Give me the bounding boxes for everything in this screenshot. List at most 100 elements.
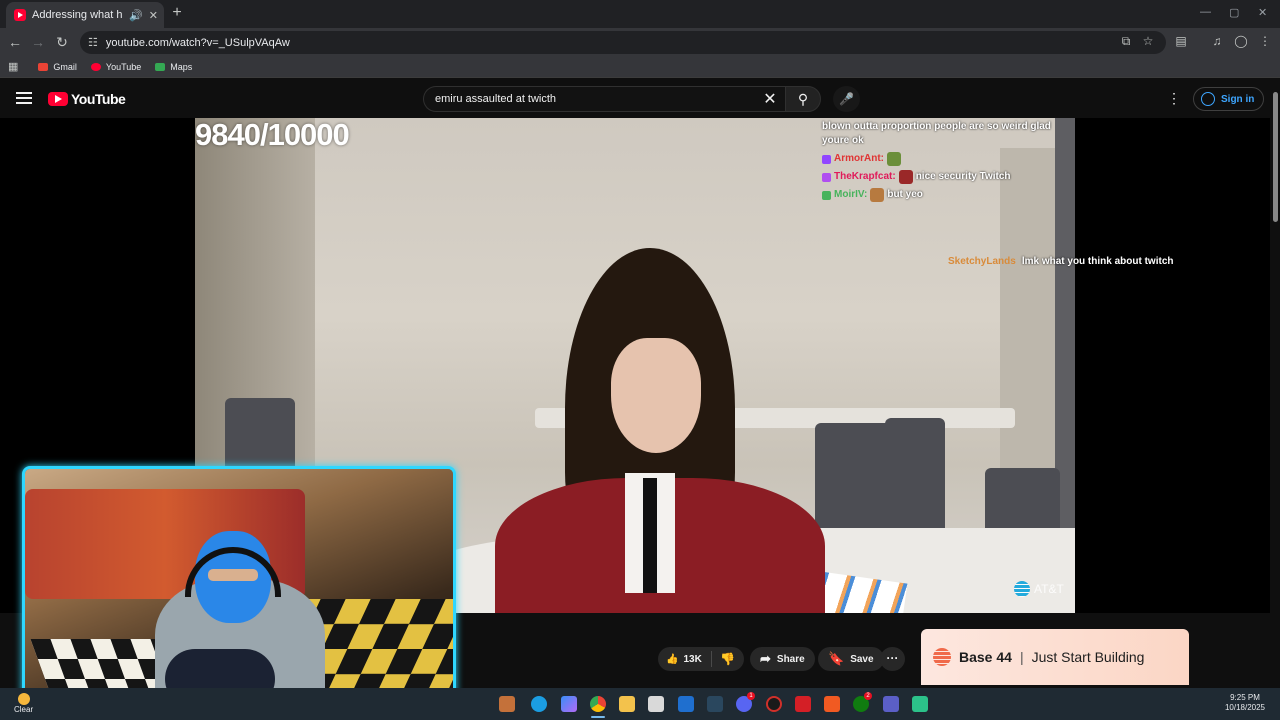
back-icon[interactable]: ← <box>6 33 24 51</box>
minimize-icon[interactable]: — <box>1200 6 1211 18</box>
clear-search-icon[interactable]: ✕ <box>755 89 785 109</box>
install-app-icon[interactable]: ⧉ <box>1118 34 1134 49</box>
media-control-icon[interactable]: ♫ <box>1209 34 1225 48</box>
active-app-indicator <box>591 716 605 718</box>
youtube-logo[interactable]: YouTube <box>48 91 126 107</box>
bookmarks-bar: ▦ Gmail YouTube Maps <box>0 56 1280 78</box>
obs-icon[interactable] <box>766 696 782 712</box>
sign-in-button[interactable]: Sign in <box>1193 87 1265 111</box>
outlook-icon[interactable] <box>678 696 694 712</box>
ad-slogan: Just Start Building <box>1031 649 1145 665</box>
browser-toolbar: ← → ↻ ☷ youtube.com/watch?v=_USulpVAqAw … <box>0 28 1280 56</box>
share-button[interactable]: ➦ Share <box>750 647 815 671</box>
side-chat-message: SketchyLands lmk what you think about tw… <box>948 256 1173 267</box>
chat-text: nice security Twitch <box>915 171 1011 182</box>
file-explorer-icon[interactable] <box>619 696 635 712</box>
save-button[interactable]: 🔖 Save <box>818 647 884 671</box>
search-button[interactable]: ⚲ <box>785 86 821 112</box>
forward-icon[interactable]: → <box>29 33 47 51</box>
gmail-icon <box>38 62 49 71</box>
sub-badge-icon <box>822 190 831 200</box>
chat-username: ArmorAnt: <box>834 153 884 164</box>
chat-app-icon[interactable] <box>912 696 928 712</box>
reload-icon[interactable]: ↻ <box>53 33 71 51</box>
brave-icon[interactable] <box>824 696 840 712</box>
bookmark-label: Gmail <box>53 61 77 72</box>
browser-tab[interactable]: Addressing what happened 🔊 ✕ <box>6 2 164 28</box>
chat-username: MoirIV: <box>834 189 868 200</box>
chat-message: blown outta proportion people are so wei… <box>822 121 1051 146</box>
watermark-text: AT&T <box>1034 582 1064 596</box>
adobe-icon[interactable] <box>795 696 811 712</box>
system-clock[interactable]: 9:25 PM 10/18/2025 <box>1220 693 1270 713</box>
youtube-icon <box>90 62 101 71</box>
menu-icon[interactable] <box>16 92 32 104</box>
maps-icon <box>155 62 166 71</box>
steam-icon[interactable] <box>707 696 723 712</box>
search-input[interactable]: emiru assaulted at twicth ✕ <box>423 86 785 112</box>
address-bar[interactable]: ☷ youtube.com/watch?v=_USulpVAqAw <box>80 31 1166 54</box>
ad-brand: Base 44 <box>959 649 1012 665</box>
emote-icon <box>870 188 885 202</box>
clock-date: 10/18/2025 <box>1224 703 1266 712</box>
more-actions-button[interactable]: ··· <box>880 647 905 671</box>
settings-menu-icon[interactable]: ⋮ <box>1166 90 1182 107</box>
sign-in-label: Sign in <box>1221 93 1255 105</box>
new-tab-button[interactable]: + <box>168 4 186 22</box>
copilot-icon[interactable] <box>561 696 577 712</box>
sub-badge-icon <box>822 154 831 164</box>
thumbs-down-icon: 👎 <box>720 652 736 666</box>
search-icon: ⚲ <box>797 91 809 107</box>
site-info-icon[interactable]: ☷ <box>88 36 98 49</box>
youtube-logo-text: YouTube <box>71 91 126 107</box>
search-query[interactable]: emiru assaulted at twicth <box>435 93 755 105</box>
chrome-menu-icon[interactable]: ⋮ <box>1257 34 1273 48</box>
ad-separator: | <box>1019 649 1024 665</box>
close-window-icon[interactable]: ✕ <box>1258 6 1267 19</box>
dislike-button[interactable]: 👎 <box>712 652 744 666</box>
chat-line: MoirIV: but yeo <box>822 188 1072 202</box>
apps-grid-icon[interactable]: ▦ <box>8 60 18 73</box>
profile-icon[interactable]: ◯ <box>1233 34 1249 48</box>
url-text[interactable]: youtube.com/watch?v=_USulpVAqAw <box>106 37 290 49</box>
edge-icon[interactable] <box>531 696 547 712</box>
like-button[interactable]: 👍 13K <box>658 651 712 667</box>
scrollbar-thumb[interactable] <box>1273 92 1278 222</box>
bookmark-label: Maps <box>170 61 193 72</box>
account-icon <box>1201 92 1215 106</box>
windows-taskbar <box>0 688 1280 720</box>
clock-time: 9:25 PM <box>1230 693 1260 702</box>
voice-search-icon[interactable]: 🎤 <box>833 86 860 112</box>
bookmark-maps[interactable]: Maps <box>155 62 192 72</box>
weather-sun-icon <box>17 693 30 705</box>
bookmark-star-icon[interactable]: ☆ <box>1140 34 1156 48</box>
chat-text: but yeo <box>887 189 923 200</box>
speaker-icon[interactable]: 🔊 <box>129 9 143 22</box>
more-icon: ··· <box>886 651 899 665</box>
chrome-icon[interactable] <box>590 696 606 712</box>
page-scrollbar[interactable] <box>1270 80 1280 688</box>
youtube-favicon-icon <box>14 9 26 21</box>
bookmark-icon: 🔖 <box>828 651 845 666</box>
side-panel-icon[interactable]: ▤ <box>1173 34 1189 48</box>
bookmark-label: YouTube <box>105 61 142 72</box>
ad-banner[interactable]: Base 44 | Just Start Building <box>921 629 1189 685</box>
sub-badge-icon <box>822 172 831 182</box>
bookmark-youtube[interactable]: YouTube <box>90 61 142 72</box>
xbox-notification-badge: 2 <box>864 692 872 700</box>
chat-username: SketchyLands <box>948 256 1016 267</box>
emote-icon <box>898 170 913 184</box>
stacks-app-icon[interactable] <box>648 696 664 712</box>
close-tab-icon[interactable]: ✕ <box>149 9 158 22</box>
weather-widget[interactable]: Clear <box>14 693 33 714</box>
bookmark-gmail[interactable]: Gmail <box>38 62 77 72</box>
base44-logo-icon <box>933 648 951 666</box>
game-app-icon[interactable] <box>499 696 515 712</box>
maximize-icon[interactable]: ▢ <box>1229 6 1239 19</box>
youtube-logo-icon <box>48 92 68 106</box>
discord-notification-badge: 1 <box>747 692 755 700</box>
stream-chat-overlay: blown outta proportion people are so wei… <box>822 120 1072 202</box>
teams-icon[interactable] <box>883 696 899 712</box>
webcam-overlay <box>22 466 456 708</box>
score-overlay: 9840/10000 <box>195 117 350 152</box>
